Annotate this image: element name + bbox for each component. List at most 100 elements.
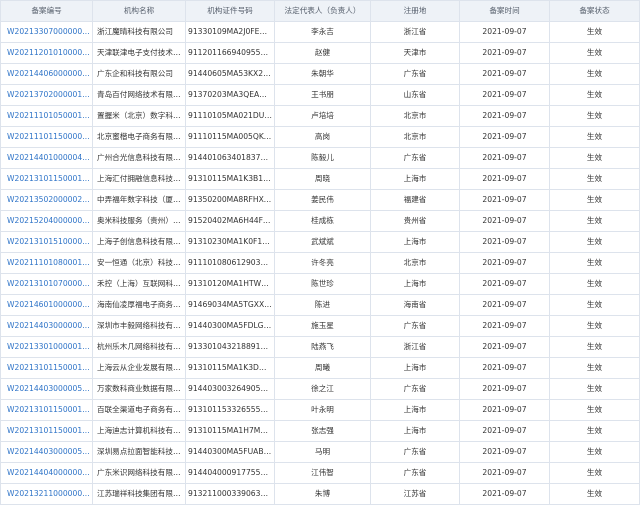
table-row: W2021310115000115上海汇付拥融信息科技有限公司91310115M… — [0, 168, 640, 190]
table-row: W2021120101000006天津联津电子支付技术有限公司911201166… — [0, 42, 640, 64]
institution-name: 上海云从企业发展有限公司 — [92, 357, 186, 379]
institution-id-number: 91330104321889154A — [185, 336, 275, 358]
institution-name: 万家数科商业数据有限公司 — [92, 378, 186, 400]
institution-id-number: 91310115MA1H7MBC0N — [185, 420, 275, 442]
filing-date: 2021-09-07 — [459, 378, 550, 400]
table-row: W2021440300000580深圳易点拉面智能科技有限公司91440300M… — [0, 441, 640, 463]
legal-representative: 马明 — [274, 441, 371, 463]
registration-place: 福建省 — [370, 189, 460, 211]
institution-name: 江苏瑞祥科技集团有限公司 — [92, 483, 186, 505]
registration-place: 北京市 — [370, 126, 460, 148]
filing-status: 生效 — [549, 378, 640, 400]
registration-place: 海南省 — [370, 294, 460, 316]
institution-id-number: 91310120MA1HTW9J2L — [185, 273, 275, 295]
legal-representative: 周晓 — [274, 168, 371, 190]
legal-representative: 高岗 — [274, 126, 371, 148]
filing-number-link[interactable]: W2021330700000049 — [0, 21, 93, 43]
filing-number-link[interactable]: W2021120101000006 — [0, 42, 93, 64]
institution-name: 深圳市丰毅网络科技有限公司 — [92, 315, 186, 337]
filing-number-link[interactable]: W2021110108000133 — [0, 252, 93, 274]
filing-number-link[interactable]: W2021460100000078 — [0, 294, 93, 316]
legal-representative: 陆燕飞 — [274, 336, 371, 358]
table-row: W2021310151000061 上海子创信息科技有限公司 91310230MA1… — [0, 231, 640, 253]
institution-name: 杭州乐木几网络科技有限公司 — [92, 336, 186, 358]
table-row: W2021440300000094深圳市丰毅网络科技有限公司91440300MA… — [0, 315, 640, 337]
filing-date: 2021-09-07 — [459, 105, 550, 127]
institution-name: 广东企和科技有限公司 — [92, 63, 186, 85]
filing-number-link[interactable]: W2021440300000094 — [0, 315, 93, 337]
filing-number-link[interactable]: W2021310151000061 — [0, 231, 93, 253]
filing-record-sheet: 备案编号 机构名称 机构证件号码 法定代表人（负责人） 注册地 备案时间 备案状… — [0, 0, 640, 505]
registration-place: 山东省 — [370, 84, 460, 106]
filing-number-link[interactable]: W2021110115000017 — [0, 126, 93, 148]
institution-name: 北京蜜楷电子商务有限公司 — [92, 126, 186, 148]
filing-status: 生效 — [549, 336, 640, 358]
filing-number-link[interactable]: W2021310115000114 — [0, 399, 93, 421]
institution-id-number: 91440300326490564Q — [185, 378, 275, 400]
filing-number-link[interactable]: W2021350200000211 — [0, 189, 93, 211]
header-legal-representative: 法定代表人（负责人） — [274, 0, 371, 22]
filing-date: 2021-09-07 — [459, 147, 550, 169]
filing-date: 2021-09-07 — [459, 231, 550, 253]
filing-number-link[interactable]: W2021321100000020 — [0, 483, 93, 505]
filing-number-link[interactable]: W2021440300000580 — [0, 441, 93, 463]
filing-number-link[interactable]: W2021310107000029 — [0, 273, 93, 295]
institution-name: 上海子创信息科技有限公司 — [92, 231, 186, 253]
filing-number-link[interactable]: W2021440600000052 — [0, 63, 93, 85]
table-row: W2021110105000120置握米（北京）数字科技有限公司91110105… — [0, 105, 640, 127]
table-row: W2021460100000078海南仙凌厚福电子商务有限公司91469034M… — [0, 294, 640, 316]
registration-place: 上海市 — [370, 168, 460, 190]
legal-representative: 王书朋 — [274, 84, 371, 106]
filing-number-link[interactable]: W2021440300000554 — [0, 378, 93, 400]
institution-id-number: 91440106340183704F — [185, 147, 275, 169]
header-institution-name: 机构名称 — [92, 0, 186, 22]
header-filing-status: 备案状态 — [549, 0, 640, 22]
registration-place: 上海市 — [370, 399, 460, 421]
table-row: W2021330700000049 浙江魔晴科技有限公司 91330109MA2J0… — [0, 21, 640, 43]
filing-date: 2021-09-07 — [459, 210, 550, 232]
filing-records-table: 备案编号 机构名称 机构证件号码 法定代表人（负责人） 注册地 备案时间 备案状… — [0, 0, 640, 505]
legal-representative: 卢培培 — [274, 105, 371, 127]
filing-date: 2021-09-07 — [459, 294, 550, 316]
institution-name: 广州合光信息科技有限公司 — [92, 147, 186, 169]
filing-number-link[interactable]: W2021370200000160 — [0, 84, 93, 106]
registration-place: 贵州省 — [370, 210, 460, 232]
registration-place: 上海市 — [370, 420, 460, 442]
filing-number-link[interactable]: W2021310115000117 — [0, 357, 93, 379]
legal-representative: 朱博 — [274, 483, 371, 505]
filing-status: 生效 — [549, 483, 640, 505]
filing-number-link[interactable]: W2021310115000115 — [0, 168, 93, 190]
table-row: W2021370200000160 青岛百付网络技术有限公司 91370203MA3… — [0, 84, 640, 106]
institution-id-number: 91520402MA6H44FT9T — [185, 210, 275, 232]
filing-status: 生效 — [549, 231, 640, 253]
filing-date: 2021-09-07 — [459, 420, 550, 442]
registration-place: 北京市 — [370, 105, 460, 127]
filing-number-link[interactable]: W2021330100000191 — [0, 336, 93, 358]
filing-status: 生效 — [549, 441, 640, 463]
registration-place: 浙江省 — [370, 21, 460, 43]
institution-id-number: 91440400091775556W — [185, 462, 275, 484]
filing-status: 生效 — [549, 168, 640, 190]
filing-status: 生效 — [549, 315, 640, 337]
filing-status: 生效 — [549, 63, 640, 85]
legal-representative: 陈毅儿 — [274, 147, 371, 169]
filing-status: 生效 — [549, 42, 640, 64]
filing-number-link[interactable]: W2021310115000122 — [0, 420, 93, 442]
institution-name: 广东米识网络科技有限公司 — [92, 462, 186, 484]
institution-id-number: 91440605MA53KX2R1W — [185, 63, 275, 85]
filing-number-link[interactable]: W2021440100000412 — [0, 147, 93, 169]
institution-name: 安一恒通（北京）科技有限公司 — [92, 252, 186, 274]
legal-representative: 姜民伟 — [274, 189, 371, 211]
registration-place: 江苏省 — [370, 483, 460, 505]
filing-status: 生效 — [549, 357, 640, 379]
table-row: W2021321100000020 江苏瑞祥科技集团有限公司 91321100033… — [0, 483, 640, 505]
institution-name: 上海汇付拥融信息科技有限公司 — [92, 168, 186, 190]
legal-representative: 陈进 — [274, 294, 371, 316]
filing-number-link[interactable]: W2021440400000025 — [0, 462, 93, 484]
filing-number-link[interactable]: W2021520400000001 — [0, 210, 93, 232]
filing-status: 生效 — [549, 210, 640, 232]
filing-number-link[interactable]: W2021110105000120 — [0, 105, 93, 127]
header-filing-date: 备案时间 — [459, 0, 550, 22]
header-institution-id-number: 机构证件号码 — [185, 0, 275, 22]
legal-representative: 赵健 — [274, 42, 371, 64]
